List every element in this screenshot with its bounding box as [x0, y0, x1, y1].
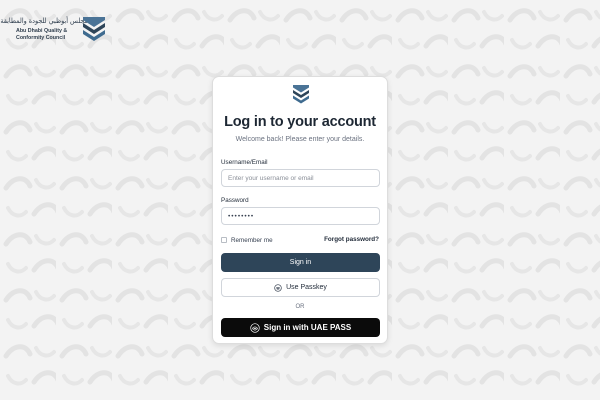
uae-pass-button[interactable]: Sign in with UAE PASS [221, 318, 380, 337]
fingerprint-icon [274, 283, 282, 292]
fingerprint-icon [250, 322, 260, 333]
page-subtitle: Welcome back! Please enter your details. [235, 136, 365, 143]
or-divider: OR [295, 304, 305, 310]
brand-name-arabic: مجلس أبوظبي للجودة والمطابقة [0, 17, 88, 25]
login-card: Log in to your account Welcome back! Ple… [212, 76, 388, 344]
council-chevrons-logo-icon [293, 85, 309, 104]
remember-me-checkbox[interactable] [221, 237, 227, 243]
sign-in-button[interactable]: Sign in [221, 253, 380, 272]
use-passkey-button[interactable]: Use Passkey [221, 278, 380, 297]
page-title: Log in to your account [224, 114, 376, 130]
uae-pass-label: Sign in with UAE PASS [263, 323, 352, 332]
use-passkey-label: Use Passkey [286, 284, 327, 291]
sign-in-label: Sign in [289, 259, 312, 266]
username-input[interactable] [221, 169, 380, 187]
remember-me[interactable]: Remember me [221, 235, 273, 245]
council-chevrons-logo-icon [83, 17, 105, 41]
username-label: Username/Email [221, 159, 268, 166]
brand-logo[interactable]: مجلس أبوظبي للجودة والمطابقة Abu Dhabi Q… [0, 14, 110, 52]
password-input[interactable] [221, 207, 380, 225]
forgot-password-link[interactable]: Forgot password? [324, 235, 379, 245]
password-label: Password [221, 197, 249, 204]
remember-me-label: Remember me [231, 236, 273, 244]
